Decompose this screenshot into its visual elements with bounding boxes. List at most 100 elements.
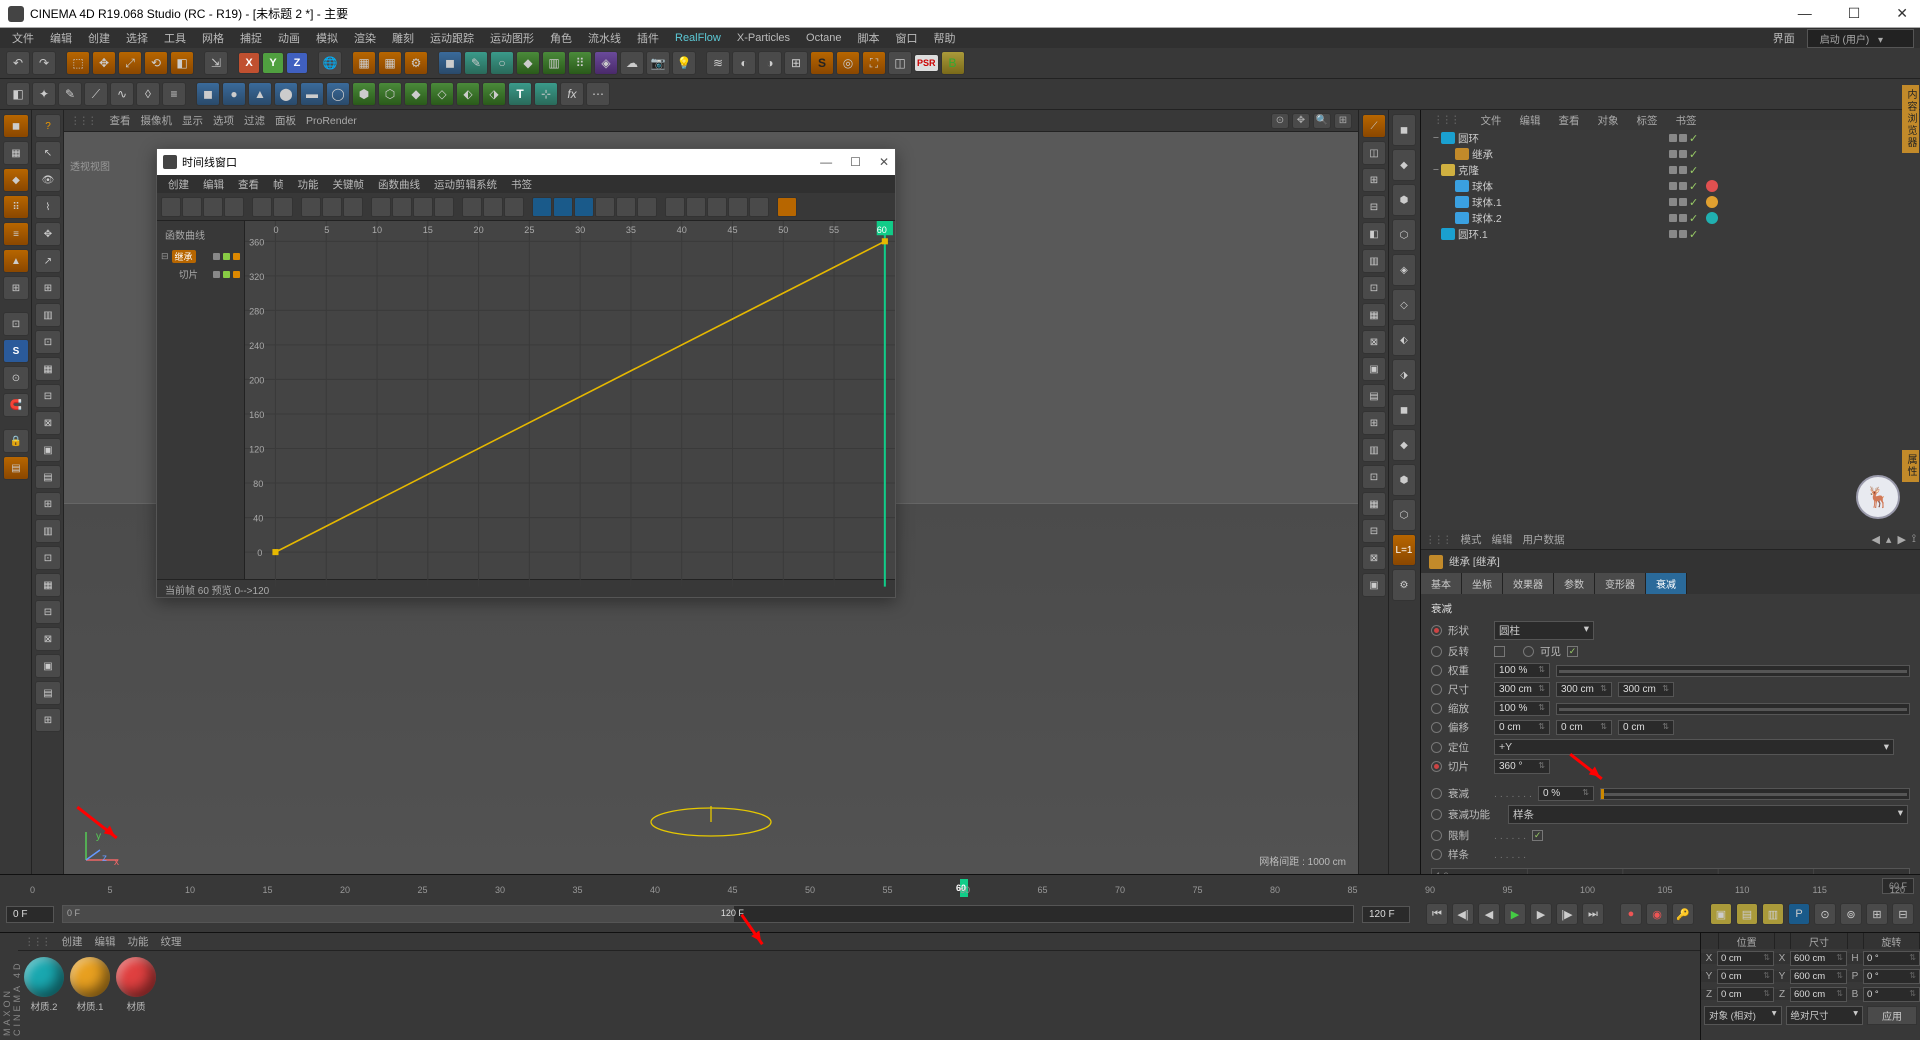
track-row[interactable]: 切片 xyxy=(157,265,244,283)
vis-render[interactable] xyxy=(1679,166,1687,174)
tag-2[interactable]: ◑ xyxy=(758,51,782,75)
workplane[interactable]: ⊞ xyxy=(35,276,61,300)
key-x4[interactable]: ⊟ xyxy=(1892,903,1914,925)
rs1-4[interactable]: ⊟ xyxy=(1362,195,1386,219)
menu-item[interactable]: 捕捉 xyxy=(234,28,268,48)
slice-field[interactable]: 360 °⇅ xyxy=(1494,759,1550,774)
rs2-gear[interactable]: ⚙ xyxy=(1392,569,1416,601)
menu-plugin[interactable]: X-Particles xyxy=(731,30,796,46)
menu-item[interactable]: 创建 xyxy=(82,28,116,48)
attr-subtab[interactable]: 变形器 xyxy=(1595,573,1646,594)
last-tool[interactable]: ◧ xyxy=(170,51,194,75)
lt-12[interactable]: ⊠ xyxy=(35,411,61,435)
psr-button[interactable]: PSR xyxy=(914,54,939,72)
vp-tab[interactable]: 过滤 xyxy=(244,113,265,128)
tl-menu[interactable]: 编辑 xyxy=(198,176,229,193)
move-tool[interactable]: ✥ xyxy=(92,51,116,75)
rot-field[interactable]: 0 °⇅ xyxy=(1863,987,1920,1002)
rs1-13[interactable]: ▥ xyxy=(1362,438,1386,462)
om-tab[interactable]: 对象 xyxy=(1590,112,1627,129)
tl-menu[interactable]: 查看 xyxy=(233,176,264,193)
track-row[interactable]: ⊟ 继承 xyxy=(157,248,244,265)
lt-13[interactable]: ▣ xyxy=(35,438,61,462)
mode-6[interactable]: ⊞ xyxy=(3,276,29,300)
lt-22[interactable]: ▤ xyxy=(35,681,61,705)
shape-select[interactable]: 圆柱▾ xyxy=(1494,621,1594,640)
rs1-11[interactable]: ▤ xyxy=(1362,384,1386,408)
vp-tab[interactable]: 显示 xyxy=(182,113,203,128)
attr-up[interactable]: ▴ xyxy=(1886,533,1892,546)
generator-subdiv[interactable]: ◆ xyxy=(516,51,540,75)
gen-5[interactable]: ⬖ xyxy=(456,82,480,106)
anim-dot[interactable] xyxy=(1431,625,1442,636)
tlb-spl[interactable] xyxy=(413,197,433,217)
tlb-sel3[interactable] xyxy=(574,197,594,217)
material-tag[interactable] xyxy=(1706,196,1718,208)
tlb-c1[interactable] xyxy=(595,197,615,217)
octane-ring[interactable]: ◎ xyxy=(836,51,860,75)
transport-next[interactable]: ▶ xyxy=(1530,903,1552,925)
t2-7[interactable]: ≡ xyxy=(162,82,186,106)
anim-dot[interactable] xyxy=(1431,722,1442,733)
vis-render[interactable] xyxy=(1679,230,1687,238)
tl-menu[interactable]: 书签 xyxy=(506,176,537,193)
mat-tab[interactable]: 功能 xyxy=(128,934,149,949)
misc-button[interactable]: ◫ xyxy=(888,51,912,75)
rs1-12[interactable]: ⊞ xyxy=(1362,411,1386,435)
tlb-sel2[interactable] xyxy=(553,197,573,217)
attr-subtab[interactable]: 基本 xyxy=(1421,573,1462,594)
mode-edge[interactable]: ≡ xyxy=(3,222,29,246)
menu-plugin[interactable]: RealFlow xyxy=(669,30,727,46)
vis-editor[interactable] xyxy=(1669,150,1677,158)
falloff-field[interactable]: 0 %⇅ xyxy=(1538,786,1594,801)
menu-item[interactable]: 模拟 xyxy=(310,28,344,48)
vp-tab[interactable]: ProRender xyxy=(306,115,357,127)
lock-xyz[interactable]: ⇲ xyxy=(204,51,228,75)
material-item[interactable]: 材质.2 xyxy=(24,957,64,1013)
tlb-d4[interactable] xyxy=(728,197,748,217)
tl-menu[interactable]: 帧 xyxy=(268,176,289,193)
t2-5[interactable]: ∿ xyxy=(110,82,134,106)
render-region[interactable]: ▦ xyxy=(378,51,402,75)
prim-cube[interactable]: ◼ xyxy=(196,82,220,106)
t2-3[interactable]: ✎ xyxy=(58,82,82,106)
object-row[interactable]: − 克隆 ✓ xyxy=(1421,162,1920,178)
t2-2[interactable]: ✦ xyxy=(32,82,56,106)
tlb-3[interactable] xyxy=(203,197,223,217)
vis-editor[interactable] xyxy=(1669,166,1677,174)
object-row[interactable]: − 圆环 ✓ xyxy=(1421,130,1920,146)
lt-21[interactable]: ▣ xyxy=(35,654,61,678)
lt-9[interactable]: ⊡ xyxy=(35,330,61,354)
lt-18[interactable]: ▦ xyxy=(35,573,61,597)
vp-nav-2[interactable]: ✥ xyxy=(1292,113,1310,129)
key-r[interactable]: ▥ xyxy=(1762,903,1784,925)
clamp-checkbox[interactable]: ✓ xyxy=(1532,830,1543,841)
expand-icon[interactable]: − xyxy=(1431,164,1441,176)
object-row[interactable]: 球体.2 ✓ xyxy=(1421,210,1920,226)
attr-back[interactable]: ◀ xyxy=(1871,533,1879,546)
tlb-c2[interactable] xyxy=(616,197,636,217)
mograph-cloner[interactable]: ⠿ xyxy=(568,51,592,75)
scale-field[interactable]: 100 %⇅ xyxy=(1494,701,1550,716)
select-tool[interactable]: ⬚ xyxy=(66,51,90,75)
rs2-L[interactable]: L=1 xyxy=(1392,534,1416,566)
rs2-3[interactable]: ⬢ xyxy=(1392,184,1416,216)
anim-dot[interactable] xyxy=(1431,742,1442,753)
generator-array[interactable]: ▥ xyxy=(542,51,566,75)
attr-subtab-active[interactable]: 衰减 xyxy=(1646,573,1687,594)
rs1-16[interactable]: ⊟ xyxy=(1362,519,1386,543)
tl-menu[interactable]: 关键帧 xyxy=(328,176,370,193)
tl-close[interactable]: ✕ xyxy=(879,155,889,169)
layout-select[interactable]: 启动 (用户) ▾ xyxy=(1807,29,1914,48)
grip-icon[interactable]: ⋮⋮⋮ xyxy=(1425,534,1451,546)
material-tag[interactable] xyxy=(1706,180,1718,192)
rs2-cube[interactable]: ◼ xyxy=(1392,114,1416,146)
rs2-6[interactable]: ◇ xyxy=(1392,289,1416,321)
anim-dot[interactable] xyxy=(1431,849,1442,860)
mat-tab[interactable]: 纹理 xyxy=(161,934,182,949)
coord-apply[interactable]: 应用 xyxy=(1867,1006,1917,1025)
om-tab[interactable]: 文件 xyxy=(1473,112,1510,129)
rs1-1[interactable]: ⟋ xyxy=(1362,114,1386,138)
rs1-6[interactable]: ▥ xyxy=(1362,249,1386,273)
anim-dot[interactable] xyxy=(1431,788,1442,799)
